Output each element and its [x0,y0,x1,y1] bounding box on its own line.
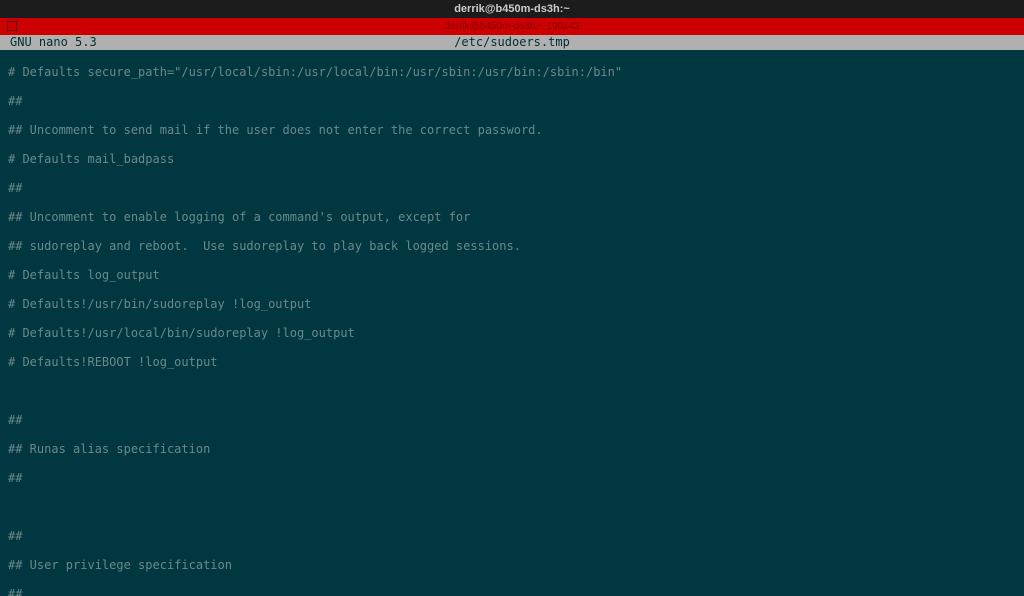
file-line: ## Uncomment to enable logging of a comm… [8,210,1016,225]
file-line: ## [8,94,1016,109]
nano-filename: /etc/sudoers.tmp [454,35,570,50]
window-titlebar: derrik@b450m-ds3h:~ [0,0,1024,18]
file-line: # Defaults log_output [8,268,1016,283]
file-line: # Defaults!/usr/bin/sudoreplay !log_outp… [8,297,1016,312]
editor-content[interactable]: # Defaults secure_path="/usr/local/sbin:… [0,50,1024,596]
file-line [8,384,1016,399]
close-icon [7,21,17,31]
tab-label: derrik@b450m-ds3h:~ 190x43 [445,21,580,32]
file-line [8,500,1016,515]
file-line: ## [8,413,1016,428]
file-line: # Defaults secure_path="/usr/local/sbin:… [8,65,1016,80]
file-line: ## Runas alias specification [8,442,1016,457]
file-line: # Defaults mail_badpass [8,152,1016,167]
file-line: # Defaults!/usr/local/bin/sudoreplay !lo… [8,326,1016,341]
file-line: ## Uncomment to send mail if the user do… [8,123,1016,138]
nano-header: GNU nano 5.3 /etc/sudoers.tmp [0,35,1024,50]
nano-version: GNU nano 5.3 [10,35,97,50]
file-line: # Defaults!REBOOT !log_output [8,355,1016,370]
file-line: ## [8,471,1016,486]
file-line: ## [8,529,1016,544]
file-line: ## sudoreplay and reboot. Use sudoreplay… [8,239,1016,254]
terminal-tab-bar: derrik@b450m-ds3h:~ 190x43 [0,18,1024,35]
tab-close-button[interactable] [6,20,18,32]
file-line: ## [8,181,1016,196]
window-title: derrik@b450m-ds3h:~ [454,3,570,15]
file-line: ## User privilege specification [8,558,1016,573]
file-line: ## [8,587,1016,596]
